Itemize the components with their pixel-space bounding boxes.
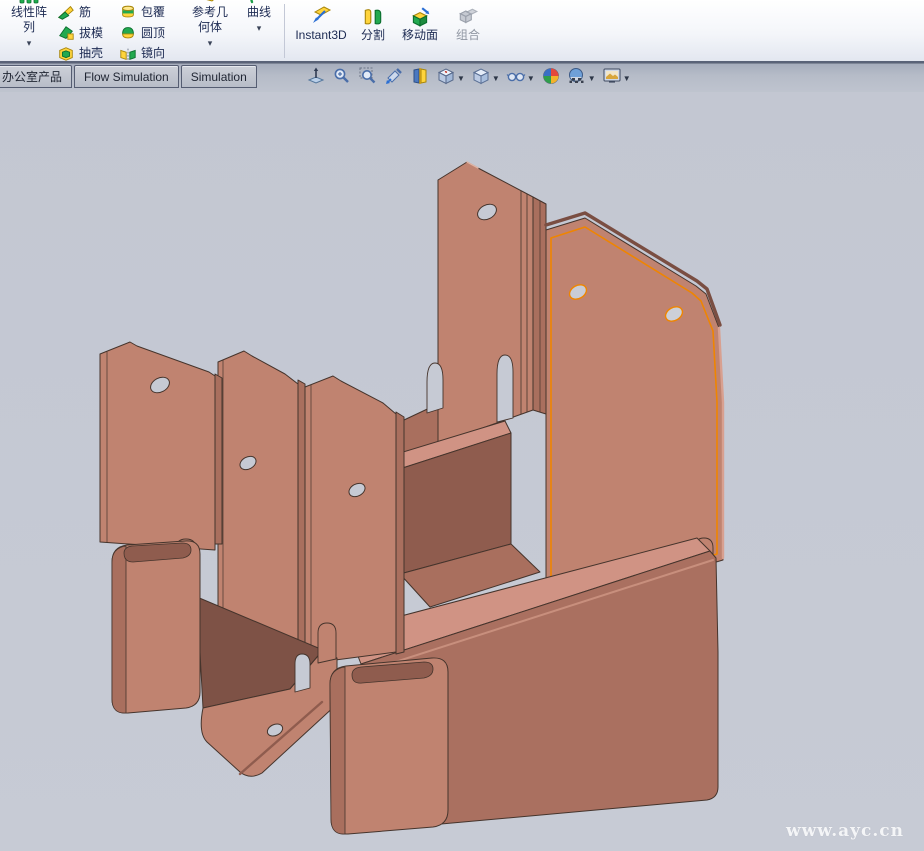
mirror-button[interactable]: 镜向 [118, 43, 182, 63]
previous-view-button[interactable] [303, 66, 329, 90]
apply-scene-icon [567, 66, 587, 91]
draft-button[interactable]: 拔模 [56, 23, 118, 44]
tab-side-face[interactable] [396, 412, 404, 654]
base-tab-finger[interactable] [318, 623, 336, 663]
dropdown-caret-icon[interactable]: ▼ [527, 74, 535, 83]
move-face-button[interactable]: 移动面 [393, 0, 447, 63]
zoom-to-area-icon [358, 66, 378, 91]
edit-appearance-button[interactable] [538, 66, 564, 90]
dropdown-caret-icon[interactable]: ▼ [623, 74, 631, 83]
edit-appearance-icon [541, 66, 561, 91]
toolbar-separator [284, 4, 285, 58]
linear-pattern-button[interactable]: 线性阵 列 ▾ [2, 0, 56, 63]
shell-button[interactable]: 抽壳 [56, 43, 118, 63]
dropdown-caret-icon[interactable]: ▼ [588, 74, 596, 83]
section-view-button[interactable] [407, 66, 433, 90]
magnified-selection-icon [384, 66, 404, 91]
dome-button[interactable]: 圆顶 [118, 23, 182, 44]
section-view-icon [410, 66, 430, 91]
shell-icon [56, 44, 76, 63]
dropdown-caret-icon[interactable]: ▾ [27, 38, 32, 48]
hide-show-items-icon [506, 66, 526, 91]
dropdown-caret-icon[interactable]: ▼ [492, 74, 500, 83]
previous-view-icon [306, 66, 326, 91]
command-tabs: 办公室产品 Flow Simulation Simulation [0, 65, 259, 88]
tab-office-products[interactable]: 办公室产品 [0, 65, 72, 88]
magnified-selection-button[interactable] [381, 66, 407, 90]
reference-geometry-button[interactable]: 参考几 何体 ▾ [182, 0, 238, 63]
rib-icon [56, 2, 76, 22]
split-icon [362, 2, 384, 28]
sheet-metal-bracket-model[interactable] [0, 92, 924, 851]
mirror-icon [118, 44, 138, 63]
dropdown-caret-icon[interactable]: ▼ [457, 74, 465, 83]
tab-side-face[interactable] [215, 374, 222, 544]
view-orientation-icon [436, 66, 456, 91]
display-style-button[interactable]: ▼ [468, 66, 503, 90]
zoom-to-fit-icon [332, 66, 352, 91]
instant3d-icon [309, 2, 333, 28]
combine-button: 组合 [447, 0, 489, 63]
reference-geometry-label: 参考几 何体 [192, 5, 228, 35]
dropdown-caret-icon[interactable]: ▾ [257, 23, 262, 33]
hide-show-items-button[interactable]: ▼ [503, 66, 538, 90]
wrap-icon [118, 2, 138, 22]
apply-scene-button[interactable]: ▼ [564, 66, 599, 90]
solidworks-window: 线性阵 列 ▾ 筋 [0, 0, 924, 851]
display-style-icon [471, 66, 491, 91]
dropdown-caret-icon[interactable]: ▾ [208, 38, 213, 48]
rear-panel-fold[interactable] [533, 197, 546, 414]
dome-icon [118, 23, 138, 43]
tab-flow-simulation[interactable]: Flow Simulation [74, 65, 179, 88]
front-tab-right[interactable] [305, 376, 396, 664]
combine-icon [457, 2, 479, 28]
zoom-to-area-button[interactable] [355, 66, 381, 90]
keyhole-slot [497, 355, 513, 422]
view-settings-icon [602, 66, 622, 91]
instant3d-button[interactable]: Instant3D [289, 0, 353, 63]
split-button[interactable]: 分割 [353, 0, 393, 63]
command-tab-strip: 办公室产品 Flow Simulation Simulation [0, 63, 924, 93]
keyhole-slot [295, 654, 310, 692]
heads-up-view-toolbar: ▼ ▼ [303, 66, 634, 90]
rib-button[interactable]: 筋 [56, 2, 118, 23]
draft-icon [56, 23, 76, 43]
curves-button[interactable]: 曲线 ▾ [238, 0, 280, 63]
watermark: www.ayc.cn [786, 821, 904, 841]
tab-simulation[interactable]: Simulation [181, 65, 257, 88]
keyhole-slot [427, 363, 443, 413]
view-settings-button[interactable]: ▼ [599, 66, 634, 90]
rear-panel-face[interactable] [438, 162, 533, 444]
front-tab-middle[interactable] [218, 351, 298, 652]
linear-pattern-label: 线性阵 列 [11, 5, 47, 35]
front-tab-left[interactable] [100, 342, 215, 550]
front-right-foot[interactable] [330, 658, 448, 834]
zoom-to-fit-button[interactable] [329, 66, 355, 90]
view-orientation-button[interactable]: ▼ [433, 66, 468, 90]
move-face-icon [409, 2, 431, 28]
features-toolbar: 线性阵 列 ▾ 筋 [0, 0, 924, 63]
wrap-button[interactable]: 包覆 [118, 2, 182, 23]
tab-side-face[interactable] [298, 380, 305, 652]
graphics-area[interactable]: www.ayc.cn [0, 92, 924, 851]
